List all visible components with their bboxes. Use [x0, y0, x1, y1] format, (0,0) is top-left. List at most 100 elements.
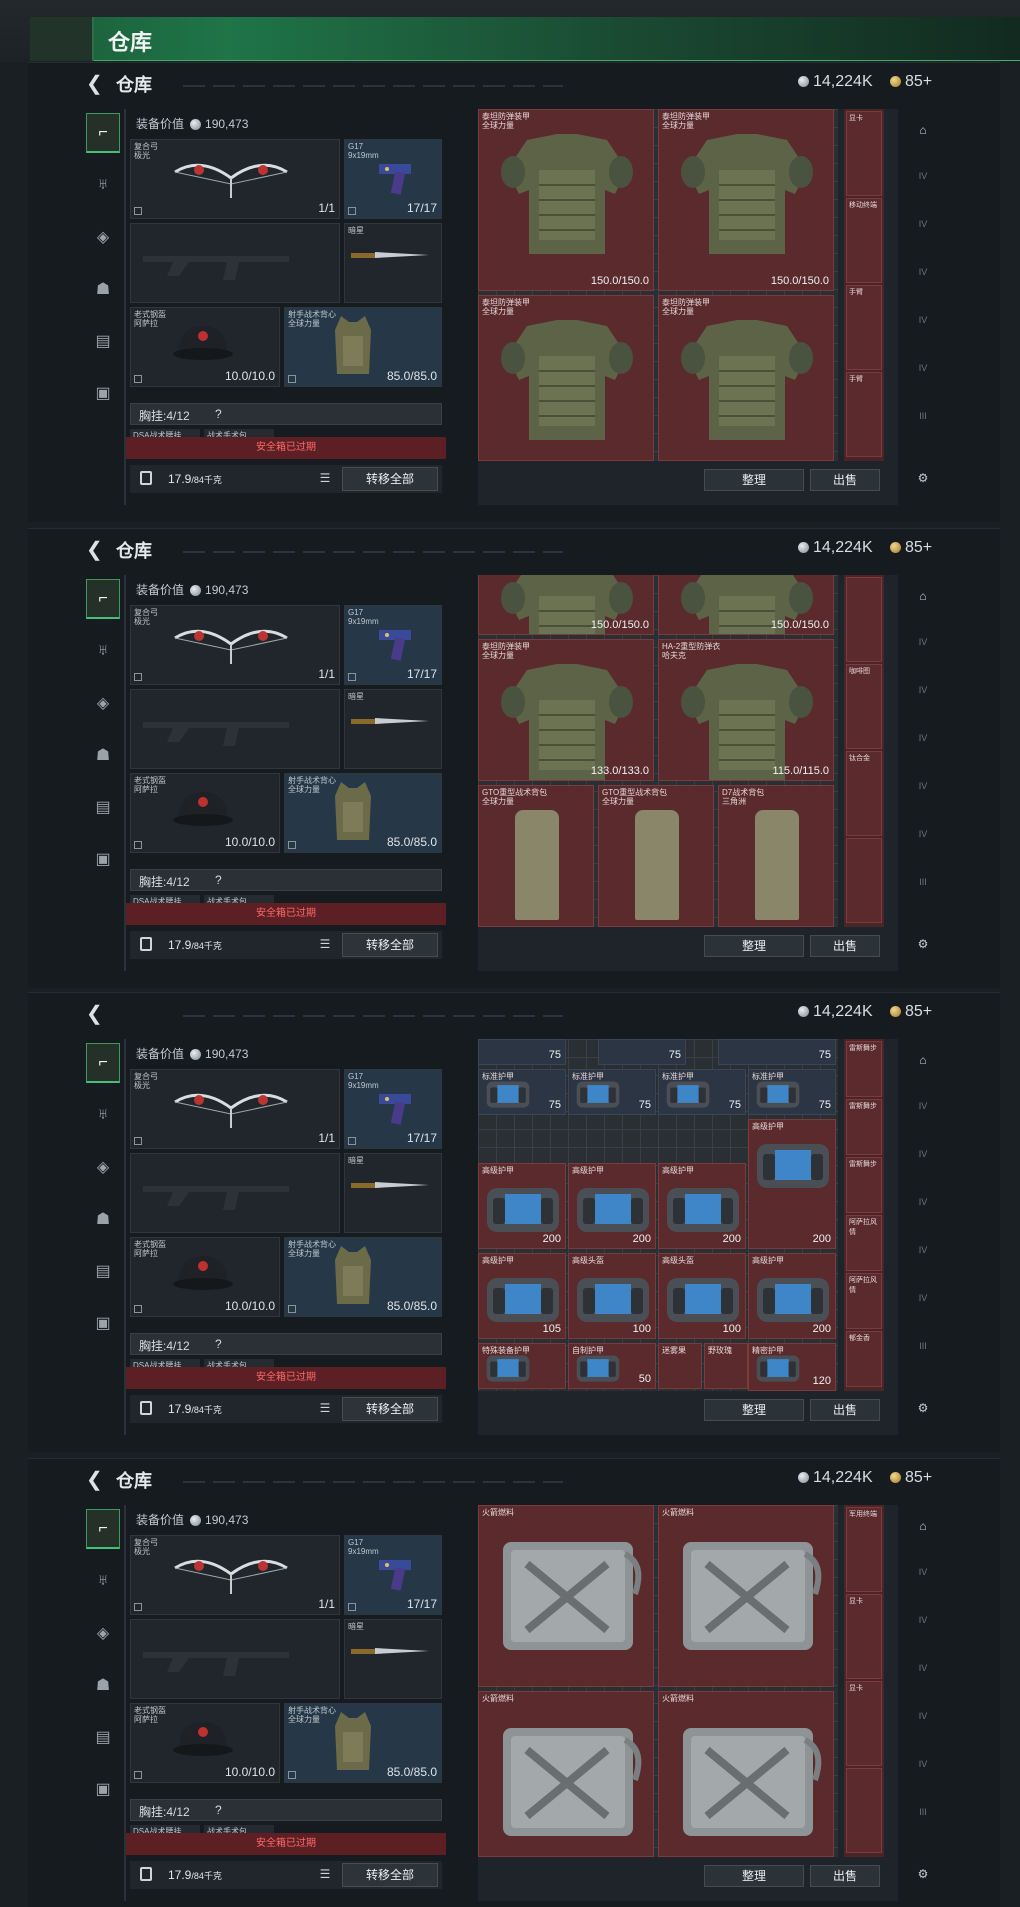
armor-slot[interactable]: 射手战术背心 全球力量 85.0/85.0 — [284, 307, 442, 387]
gear-icon[interactable]: ⚙ — [913, 1867, 933, 1885]
nav-medal-icon[interactable]: ◈ — [86, 217, 120, 257]
nav-gun-icon[interactable]: ⌐ — [86, 1043, 120, 1083]
pistol-slot[interactable]: G17 9x19mm 17/17 — [344, 605, 442, 685]
side-item[interactable]: 雷斯舞步 — [846, 1157, 882, 1213]
nav-armor-icon[interactable]: ♅ — [86, 1561, 120, 1601]
tab-2-icon[interactable]: IV — [913, 219, 933, 237]
primary-weapon-slot[interactable]: 复合弓 极光 1/1 — [130, 1069, 340, 1149]
nav-gun-icon[interactable]: ⌐ — [86, 113, 120, 153]
back-arrow-icon[interactable]: ❮ — [86, 537, 103, 562]
side-item[interactable]: 雷斯舞步 — [846, 1099, 882, 1155]
side-item[interactable]: 移动终端 — [846, 198, 882, 283]
nav-armor-icon[interactable]: ♅ — [86, 1095, 120, 1135]
lock-icon[interactable] — [140, 937, 152, 951]
tab-6-icon[interactable]: III — [913, 1807, 933, 1825]
backpack-item[interactable]: GTO重型战术背包 全球力量 — [478, 785, 594, 927]
tab-4-icon[interactable]: IV — [913, 1711, 933, 1729]
pistol-slot[interactable]: G17 9x19mm 17/17 — [344, 1069, 442, 1149]
stash-item[interactable]: 泰坦防弹装甲 全球力量 — [478, 295, 654, 461]
tab-1-icon[interactable]: IV — [913, 1567, 933, 1585]
side-item[interactable]: 郁金香 — [846, 1331, 882, 1387]
nav-bag-icon[interactable]: ☗ — [86, 269, 120, 309]
armor-plate-item[interactable]: 高级护甲 200 — [478, 1163, 566, 1249]
armor-plate-item[interactable]: 标准护甲 75 — [748, 1069, 836, 1115]
sell-button[interactable]: 出售 — [810, 469, 880, 491]
tab-5-icon[interactable]: IV — [913, 363, 933, 381]
transfer-all-button[interactable]: 转移全部 — [342, 1863, 438, 1887]
back-arrow-icon[interactable]: ❮ — [86, 1467, 103, 1492]
tab-4-icon[interactable]: IV — [913, 315, 933, 333]
stash-item[interactable]: 泰坦防弹装甲 全球力量 150.0/150.0 — [478, 109, 654, 291]
sort-button[interactable]: 整理 — [704, 1399, 804, 1421]
secondary-weapon-slot[interactable] — [130, 689, 340, 769]
tab-1-icon[interactable]: IV — [913, 637, 933, 655]
side-item[interactable]: 手臂 — [846, 285, 882, 370]
secondary-weapon-slot[interactable] — [130, 223, 340, 303]
help-icon[interactable]: ? — [215, 1337, 222, 1351]
side-item[interactable]: 阿萨拉风情 — [846, 1215, 882, 1271]
stash-item[interactable]: 泰坦防弹装甲 全球力量 133.0/133.0 — [478, 639, 654, 781]
tab-1-icon[interactable]: IV — [913, 171, 933, 189]
chest-rig-row[interactable]: 胸挂:4/12? — [130, 1799, 442, 1821]
back-arrow-icon[interactable]: ❮ — [86, 1001, 103, 1026]
storage-icon[interactable]: ⌂ — [913, 1053, 933, 1071]
armor-plate-item[interactable]: 高级护甲 200 — [748, 1253, 836, 1339]
tab-1-icon[interactable]: IV — [913, 1101, 933, 1119]
gear-icon[interactable]: ⚙ — [913, 937, 933, 955]
secondary-weapon-slot[interactable] — [130, 1153, 340, 1233]
stash-item[interactable]: 火箭燃料 — [658, 1505, 834, 1687]
armor-plate-item[interactable]: 标准护甲 75 — [658, 1069, 746, 1115]
gear-icon[interactable]: ⚙ — [913, 1401, 933, 1419]
lock-icon[interactable] — [140, 1401, 152, 1415]
chest-rig-row[interactable]: 胸挂:4/12? — [130, 869, 442, 891]
side-item[interactable]: 雷斯舞步 — [846, 1041, 882, 1097]
primary-weapon-slot[interactable]: 复合弓 极光 1/1 — [130, 139, 340, 219]
armor-slot[interactable]: 射手战术背心 全球力量 85.0/85.0 — [284, 1703, 442, 1783]
pistol-slot[interactable]: G17 9x19mm 17/17 — [344, 139, 442, 219]
helmet-slot[interactable]: 老式钢盔 阿萨拉 10.0/10.0 — [130, 773, 280, 853]
armor-plate-item[interactable]: 75 — [478, 1039, 566, 1065]
tab-3-icon[interactable]: IV — [913, 1663, 933, 1681]
armor-slot[interactable]: 射手战术背心 全球力量 85.0/85.0 — [284, 1237, 442, 1317]
side-item[interactable] — [846, 838, 882, 923]
list-icon[interactable]: ☰ — [316, 1401, 334, 1417]
back-arrow-icon[interactable]: ❮ — [86, 71, 103, 96]
side-item[interactable]: 军用终端 — [846, 1507, 882, 1592]
safebox-expired-warning[interactable]: 安全箱已过期 — [126, 1833, 446, 1855]
safebox-expired-warning[interactable]: 安全箱已过期 — [126, 1367, 446, 1389]
tab-5-icon[interactable]: IV — [913, 1759, 933, 1777]
nav-toolbox-icon[interactable]: ▣ — [86, 1303, 120, 1343]
melee-slot[interactable]: 暗星 — [344, 1153, 442, 1233]
nav-clipboard-icon[interactable]: ▤ — [86, 321, 120, 361]
side-item[interactable] — [846, 577, 882, 662]
armor-plate-item[interactable]: 高级护甲 105 — [478, 1253, 566, 1339]
tab-4-icon[interactable]: IV — [913, 781, 933, 799]
sell-button[interactable]: 出售 — [810, 1865, 880, 1887]
sell-button[interactable]: 出售 — [810, 1399, 880, 1421]
armor-plate-item[interactable]: 特殊装备护甲 — [478, 1343, 566, 1389]
armor-plate-item[interactable]: 野玫瑰 — [704, 1343, 748, 1389]
tab-2-icon[interactable]: IV — [913, 1615, 933, 1633]
nav-bag-icon[interactable]: ☗ — [86, 1665, 120, 1705]
armor-plate-item[interactable]: 高级护甲 200 — [748, 1119, 836, 1249]
backpack-item[interactable]: GTO重型战术背包 全球力量 — [598, 785, 714, 927]
pistol-slot[interactable]: G17 9x19mm 17/17 — [344, 1535, 442, 1615]
chest-rig-row[interactable]: 胸挂:4/12? — [130, 1333, 442, 1355]
storage-icon[interactable]: ⌂ — [913, 123, 933, 141]
transfer-all-button[interactable]: 转移全部 — [342, 1397, 438, 1421]
list-icon[interactable]: ☰ — [316, 1867, 334, 1883]
menu-grip[interactable] — [30, 17, 94, 61]
tab-3-icon[interactable]: IV — [913, 267, 933, 285]
nav-clipboard-icon[interactable]: ▤ — [86, 1717, 120, 1757]
stash-item[interactable]: 火箭燃料 — [478, 1691, 654, 1857]
armor-slot[interactable]: 射手战术背心 全球力量 85.0/85.0 — [284, 773, 442, 853]
storage-icon[interactable]: ⌂ — [913, 1519, 933, 1537]
tab-3-icon[interactable]: IV — [913, 1197, 933, 1215]
helmet-slot[interactable]: 老式钢盔 阿萨拉 10.0/10.0 — [130, 1703, 280, 1783]
armor-plate-item[interactable]: 高级头盔 100 — [568, 1253, 656, 1339]
list-icon[interactable]: ☰ — [316, 937, 334, 953]
armor-plate-item[interactable]: 75 — [718, 1039, 836, 1065]
nav-clipboard-icon[interactable]: ▤ — [86, 1251, 120, 1291]
stash-item[interactable]: 150.0/150.0 — [478, 575, 654, 635]
helmet-slot[interactable]: 老式钢盔 阿萨拉 10.0/10.0 — [130, 1237, 280, 1317]
